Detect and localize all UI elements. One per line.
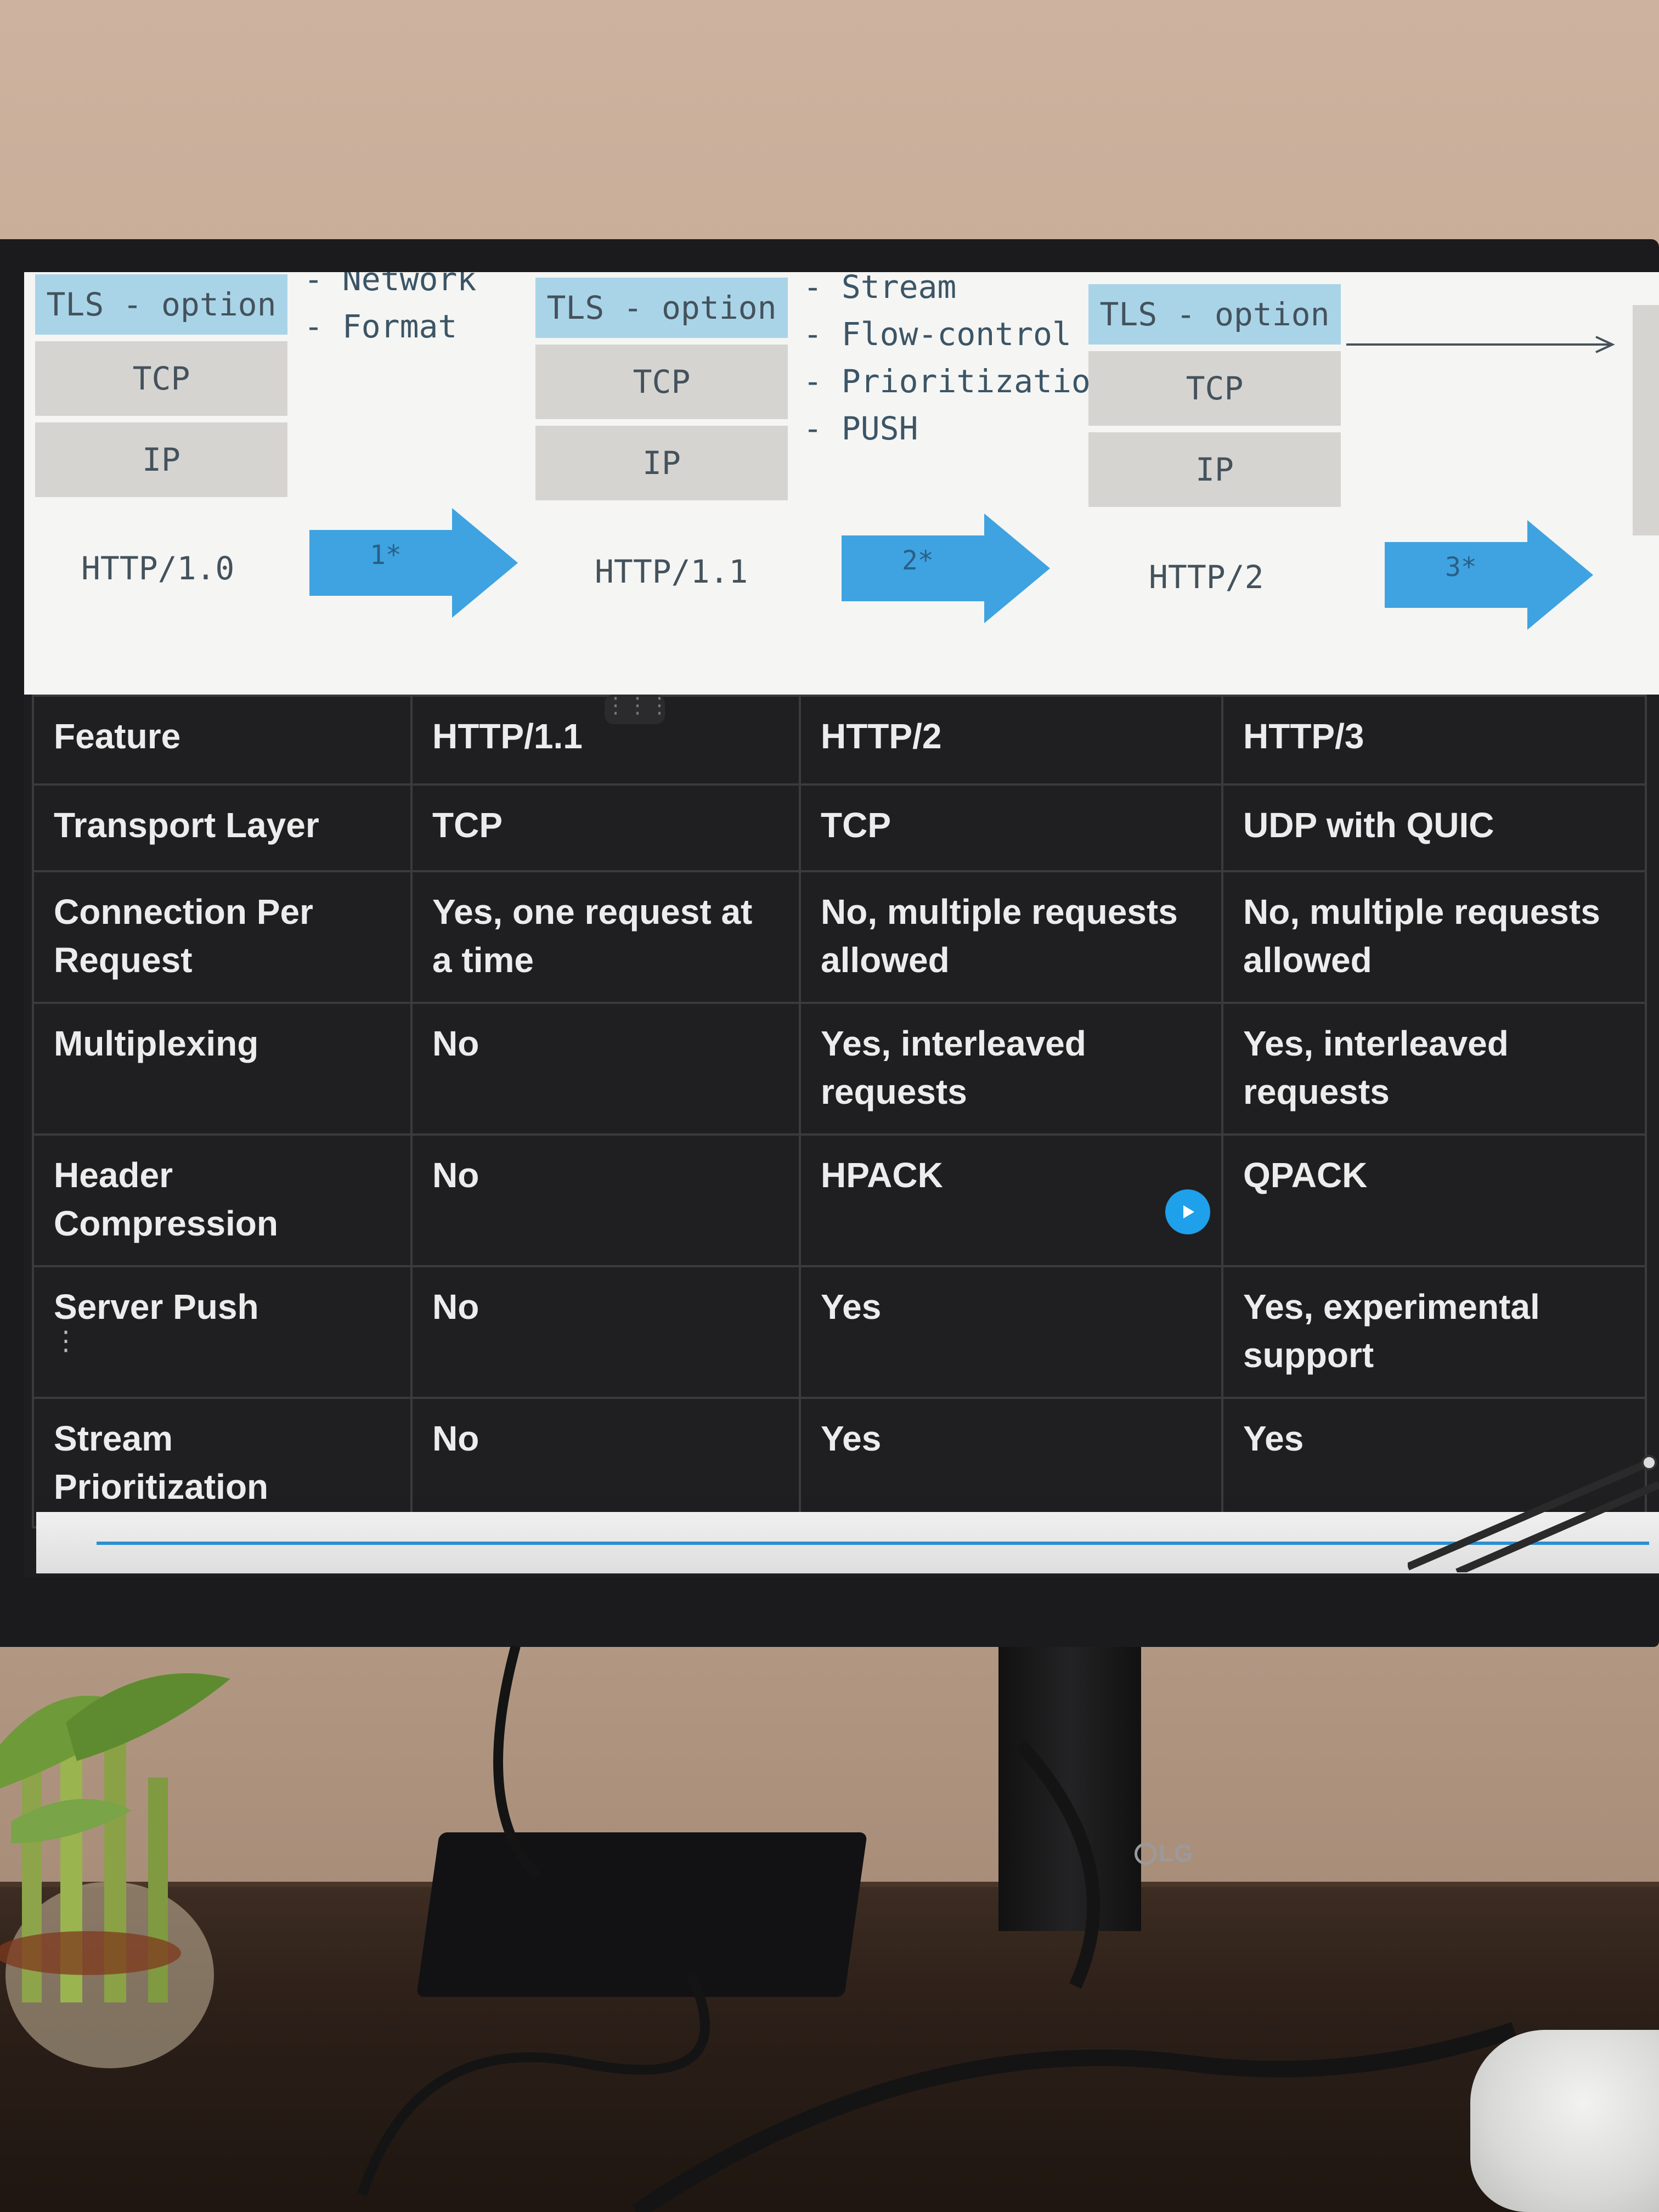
tcp-layer: TCP	[535, 345, 788, 419]
drag-handle-icon[interactable]: ⋮⋮⋮	[605, 695, 670, 724]
table-cell: Yes, interleaved requests	[1221, 1002, 1647, 1136]
table-row: Connection Per Request Yes, one request …	[32, 870, 1647, 1004]
ip-layer: IP	[1088, 432, 1341, 507]
cut-off-stack	[1633, 305, 1659, 535]
arrow-label-2: 2*	[902, 545, 934, 576]
table-row: Multiplexing No Yes, interleaved request…	[32, 1002, 1647, 1136]
arrow-3: 3*	[1385, 520, 1593, 630]
mic-stand	[1408, 1455, 1659, 1572]
table-cell: Yes, experimental support	[1221, 1265, 1647, 1399]
arrow-2: 2*	[842, 514, 1050, 623]
table-cell: No	[410, 1133, 801, 1267]
comparison-table: Feature HTTP/1.1 HTTP/2 HTTP/3 Transport…	[32, 695, 1659, 1528]
version-label-3: HTTP/2	[1149, 558, 1264, 596]
table-cell: No	[410, 1397, 801, 1528]
tls-layer: TLS - option	[35, 274, 287, 335]
version-label-2: HTTP/1.1	[595, 553, 748, 590]
drag-handle-icon[interactable]: ⋮	[53, 1325, 79, 1369]
notes-stream-features: - Stream - Flow-control - Prioritization…	[803, 272, 1110, 447]
header-cell: HTTP/3	[1221, 695, 1647, 786]
version-label-1: HTTP/1.0	[81, 550, 235, 587]
table-cell: TCP	[799, 783, 1223, 872]
table-header-row: Feature HTTP/1.1 HTTP/2 HTTP/3	[32, 695, 1647, 786]
header-cell: HTTP/2	[799, 695, 1223, 786]
feature-cell: Stream Prioritization	[32, 1397, 413, 1528]
table-cell: Yes	[799, 1265, 1223, 1399]
arrow-label-3: 3*	[1445, 552, 1477, 583]
tcp-layer: TCP	[35, 341, 287, 416]
table-cell: UDP with QUIC	[1221, 783, 1647, 872]
video-player-bar[interactable]	[36, 1455, 1659, 1573]
protocol-stack-1: TLS - option TCP IP	[35, 274, 287, 504]
table-cell: Yes	[799, 1397, 1223, 1528]
table-cell: No	[410, 1002, 801, 1136]
play-icon[interactable]	[1165, 1189, 1210, 1234]
protocol-diagram: TLS - option TCP IP HTTP/1.0 - Network -…	[24, 272, 1659, 695]
table-cell: QPACK	[1221, 1133, 1647, 1267]
table-row: Server Push No Yes Yes, experimental sup…	[32, 1265, 1647, 1399]
header-cell: Feature	[32, 695, 413, 786]
table-cell: No, multiple requests allowed	[1221, 870, 1647, 1004]
screen: TLS - option TCP IP HTTP/1.0 - Network -…	[24, 272, 1659, 1578]
table-row: Stream Prioritization No Yes Yes	[32, 1397, 1647, 1528]
tls-layer: TLS - option	[535, 278, 788, 338]
arrow-label-1: 1*	[370, 540, 402, 571]
ip-layer: IP	[535, 426, 788, 500]
table-cell: No, multiple requests allowed	[799, 870, 1223, 1004]
feature-cell: Multiplexing	[32, 1002, 413, 1136]
thin-arrow	[1346, 334, 1621, 356]
cloth	[1470, 2030, 1659, 2212]
feature-cell: Server Push	[32, 1265, 413, 1399]
table-row: Header Compression No HPACK QPACK	[32, 1133, 1647, 1267]
feature-cell: Connection Per Request	[32, 870, 413, 1004]
table-cell: No	[410, 1265, 801, 1399]
cables	[357, 1646, 1517, 2212]
notes-network-format: - Network - Format	[304, 272, 477, 345]
table-cell: Yes, one request at a time	[410, 870, 801, 1004]
protocol-stack-3: TLS - option TCP IP	[1088, 284, 1341, 514]
table-cell: TCP	[410, 783, 801, 872]
protocol-stack-2: TLS - option TCP IP	[535, 278, 788, 507]
arrow-1: 1*	[309, 508, 518, 618]
ip-layer: IP	[35, 422, 287, 497]
feature-cell: Header Compression	[32, 1133, 413, 1267]
table-cell: Yes, interleaved requests	[799, 1002, 1223, 1136]
table-row: Transport Layer TCP TCP UDP with QUIC	[32, 783, 1647, 872]
plant	[0, 1673, 230, 2068]
feature-cell: Transport Layer	[32, 783, 413, 872]
table-cell: HPACK	[799, 1133, 1223, 1267]
tls-layer: TLS - option	[1088, 284, 1341, 345]
tcp-layer: TCP	[1088, 351, 1341, 426]
